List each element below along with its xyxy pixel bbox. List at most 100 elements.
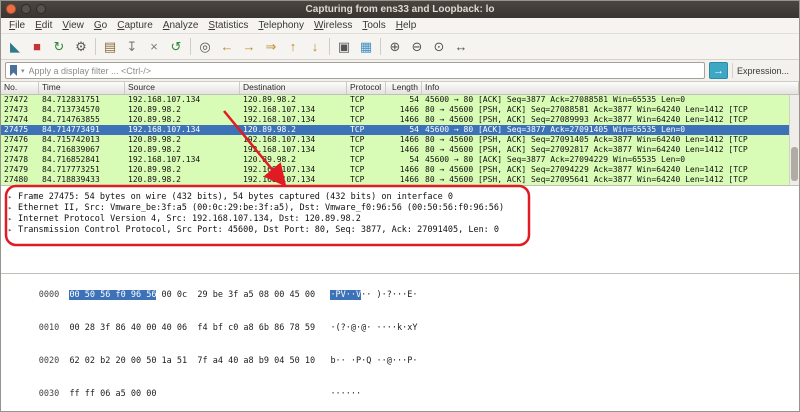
go-back-icon[interactable]: ← [216, 36, 238, 58]
resize-columns-icon[interactable]: ↔ [450, 36, 472, 58]
window-close-button[interactable] [6, 4, 16, 14]
apply-filter-button[interactable]: → [709, 62, 728, 79]
stop-capture-icon[interactable]: ■ [26, 36, 48, 58]
detail-frame[interactable]: ▸ Frame 27475: 54 bytes on wire (432 bit… [8, 192, 799, 203]
last-packet-icon[interactable]: ↓ [304, 36, 326, 58]
hex-row[interactable]: 0030 ff ff 06 a5 00 00 ······ [8, 378, 799, 411]
packet-list-scrollbar[interactable] [789, 95, 799, 185]
menu-tools[interactable]: Tools [357, 20, 390, 31]
detail-ip[interactable]: ▸ Internet Protocol Version 4, Src: 192.… [8, 214, 799, 225]
expander-icon[interactable]: ▸ [8, 192, 15, 203]
find-packet-icon[interactable]: ◎ [194, 36, 216, 58]
window-maximize-button[interactable] [36, 4, 46, 14]
open-file-icon[interactable]: ▤ [99, 36, 121, 58]
menu-analyze[interactable]: Analyze [158, 20, 204, 31]
menu-help[interactable]: Help [391, 20, 422, 31]
packet-row[interactable]: 27476 84.715742013 120.89.98.2 192.168.1… [1, 135, 799, 145]
filter-bookmark-icon[interactable] [10, 65, 17, 76]
packet-row[interactable]: 27480 84.718839433 120.89.98.2 192.168.1… [1, 175, 799, 185]
packet-length: 54 [386, 95, 422, 105]
packet-no: 27479 [1, 165, 39, 175]
filter-toolbar: ▾ Apply a display filter ... <Ctrl-/> → … [1, 60, 799, 82]
col-header-protocol[interactable]: Protocol [347, 82, 386, 94]
window-controls [6, 4, 46, 14]
packet-row[interactable]: 27479 84.717773251 120.89.98.2 192.168.1… [1, 165, 799, 175]
hex-ascii: ·(?·@·@· ····k·xY [330, 323, 417, 333]
start-capture-icon[interactable]: ◣ [4, 36, 26, 58]
window-title: Capturing from ens33 and Loopback: lo [1, 4, 799, 15]
scrollbar-thumb[interactable] [791, 147, 798, 181]
menu-file[interactable]: File [4, 20, 30, 31]
packet-time: 84.718839433 [39, 175, 125, 185]
save-file-icon[interactable]: ↧ [121, 36, 143, 58]
menu-wireless[interactable]: Wireless [309, 20, 357, 31]
packet-source: 120.89.98.2 [125, 105, 240, 115]
hex-row[interactable]: 0010 00 28 3f 86 40 00 40 06 f4 bf c0 a8… [8, 312, 799, 345]
packet-row[interactable]: 27473 84.713734570 120.89.98.2 192.168.1… [1, 105, 799, 115]
go-forward-icon[interactable]: → [238, 36, 260, 58]
packet-protocol: TCP [347, 95, 386, 105]
packet-row[interactable]: 27472 84.712831751 192.168.107.134 120.8… [1, 95, 799, 105]
close-file-icon[interactable]: × [143, 36, 165, 58]
packet-info: 80 → 45600 [PSH, ACK] Seq=27092817 Ack=3… [422, 145, 799, 155]
restart-capture-icon[interactable]: ↻ [48, 36, 70, 58]
packet-length: 1466 [386, 145, 422, 155]
zoom-in-icon[interactable]: ⊕ [384, 36, 406, 58]
filter-placeholder-text: Apply a display filter ... <Ctrl-/> [29, 66, 700, 76]
col-header-info[interactable]: Info [422, 82, 799, 94]
zoom-reset-icon[interactable]: ⊙ [428, 36, 450, 58]
hex-ascii-selected: ·PV··V [330, 290, 361, 300]
menu-go[interactable]: Go [89, 20, 112, 31]
detail-ethernet[interactable]: ▸ Ethernet II, Src: Vmware_be:3f:a5 (00:… [8, 203, 799, 214]
hex-ascii: ······ [330, 389, 361, 399]
first-packet-icon[interactable]: ↑ [282, 36, 304, 58]
packet-no: 27478 [1, 155, 39, 165]
packet-protocol: TCP [347, 105, 386, 115]
apply-filter-icon: → [713, 65, 724, 77]
menu-telephony[interactable]: Telephony [253, 20, 309, 31]
col-header-no[interactable]: No. [1, 82, 39, 94]
col-header-length[interactable]: Length [386, 82, 422, 94]
packet-time: 84.713734570 [39, 105, 125, 115]
colorize-icon[interactable]: ▦ [355, 36, 377, 58]
packet-destination: 120.89.98.2 [240, 125, 347, 135]
detail-tcp[interactable]: ▸ Transmission Control Protocol, Src Por… [8, 225, 799, 236]
packet-row[interactable]: 27478 84.716852841 192.168.107.134 120.8… [1, 155, 799, 165]
expander-icon[interactable]: ▸ [8, 214, 15, 225]
packet-no: 27473 [1, 105, 39, 115]
capture-options-icon[interactable]: ⚙ [70, 36, 92, 58]
hex-row[interactable]: 0020 62 02 b2 20 00 50 1a 51 7f a4 40 a8… [8, 345, 799, 378]
expander-icon[interactable]: ▸ [8, 203, 15, 214]
col-header-time[interactable]: Time [39, 82, 125, 94]
menu-view[interactable]: View [57, 20, 89, 31]
go-to-packet-icon[interactable]: ⇒ [260, 36, 282, 58]
packet-list-header: No. Time Source Destination Protocol Len… [1, 82, 799, 95]
expander-icon[interactable]: ▸ [8, 225, 15, 236]
packet-destination: 192.168.107.134 [240, 115, 347, 125]
packet-destination: 120.89.98.2 [240, 95, 347, 105]
menu-capture[interactable]: Capture [112, 20, 158, 31]
reload-icon[interactable]: ↺ [165, 36, 187, 58]
packet-row-selected[interactable]: 27475 84.714773491 192.168.107.134 120.8… [1, 125, 799, 135]
menu-statistics[interactable]: Statistics [203, 20, 253, 31]
zoom-out-icon[interactable]: ⊖ [406, 36, 428, 58]
auto-scroll-icon[interactable]: ▣ [333, 36, 355, 58]
col-header-source[interactable]: Source [125, 82, 240, 94]
packet-source: 192.168.107.134 [125, 125, 240, 135]
menu-edit[interactable]: Edit [30, 20, 57, 31]
packet-destination: 192.168.107.134 [240, 135, 347, 145]
packet-length: 54 [386, 125, 422, 135]
hex-row[interactable]: 0000 00 50 56 f0 96 56 00 0c 29 be 3f a5… [8, 279, 799, 312]
window-minimize-button[interactable] [21, 4, 31, 14]
packet-length: 1466 [386, 135, 422, 145]
col-header-destination[interactable]: Destination [240, 82, 347, 94]
display-filter-input[interactable]: ▾ Apply a display filter ... <Ctrl-/> [5, 62, 705, 79]
packet-details-pane: ▸ Frame 27475: 54 bytes on wire (432 bit… [1, 185, 799, 273]
detail-text: Internet Protocol Version 4, Src: 192.16… [18, 214, 361, 225]
packet-row[interactable]: 27477 84.716839067 120.89.98.2 192.168.1… [1, 145, 799, 155]
hex-offset: 0030 [39, 389, 70, 399]
chevron-down-icon[interactable]: ▾ [21, 67, 25, 75]
expression-button[interactable]: Expression... [732, 63, 795, 78]
packet-destination: 192.168.107.134 [240, 105, 347, 115]
packet-row[interactable]: 27474 84.714763855 120.89.98.2 192.168.1… [1, 115, 799, 125]
